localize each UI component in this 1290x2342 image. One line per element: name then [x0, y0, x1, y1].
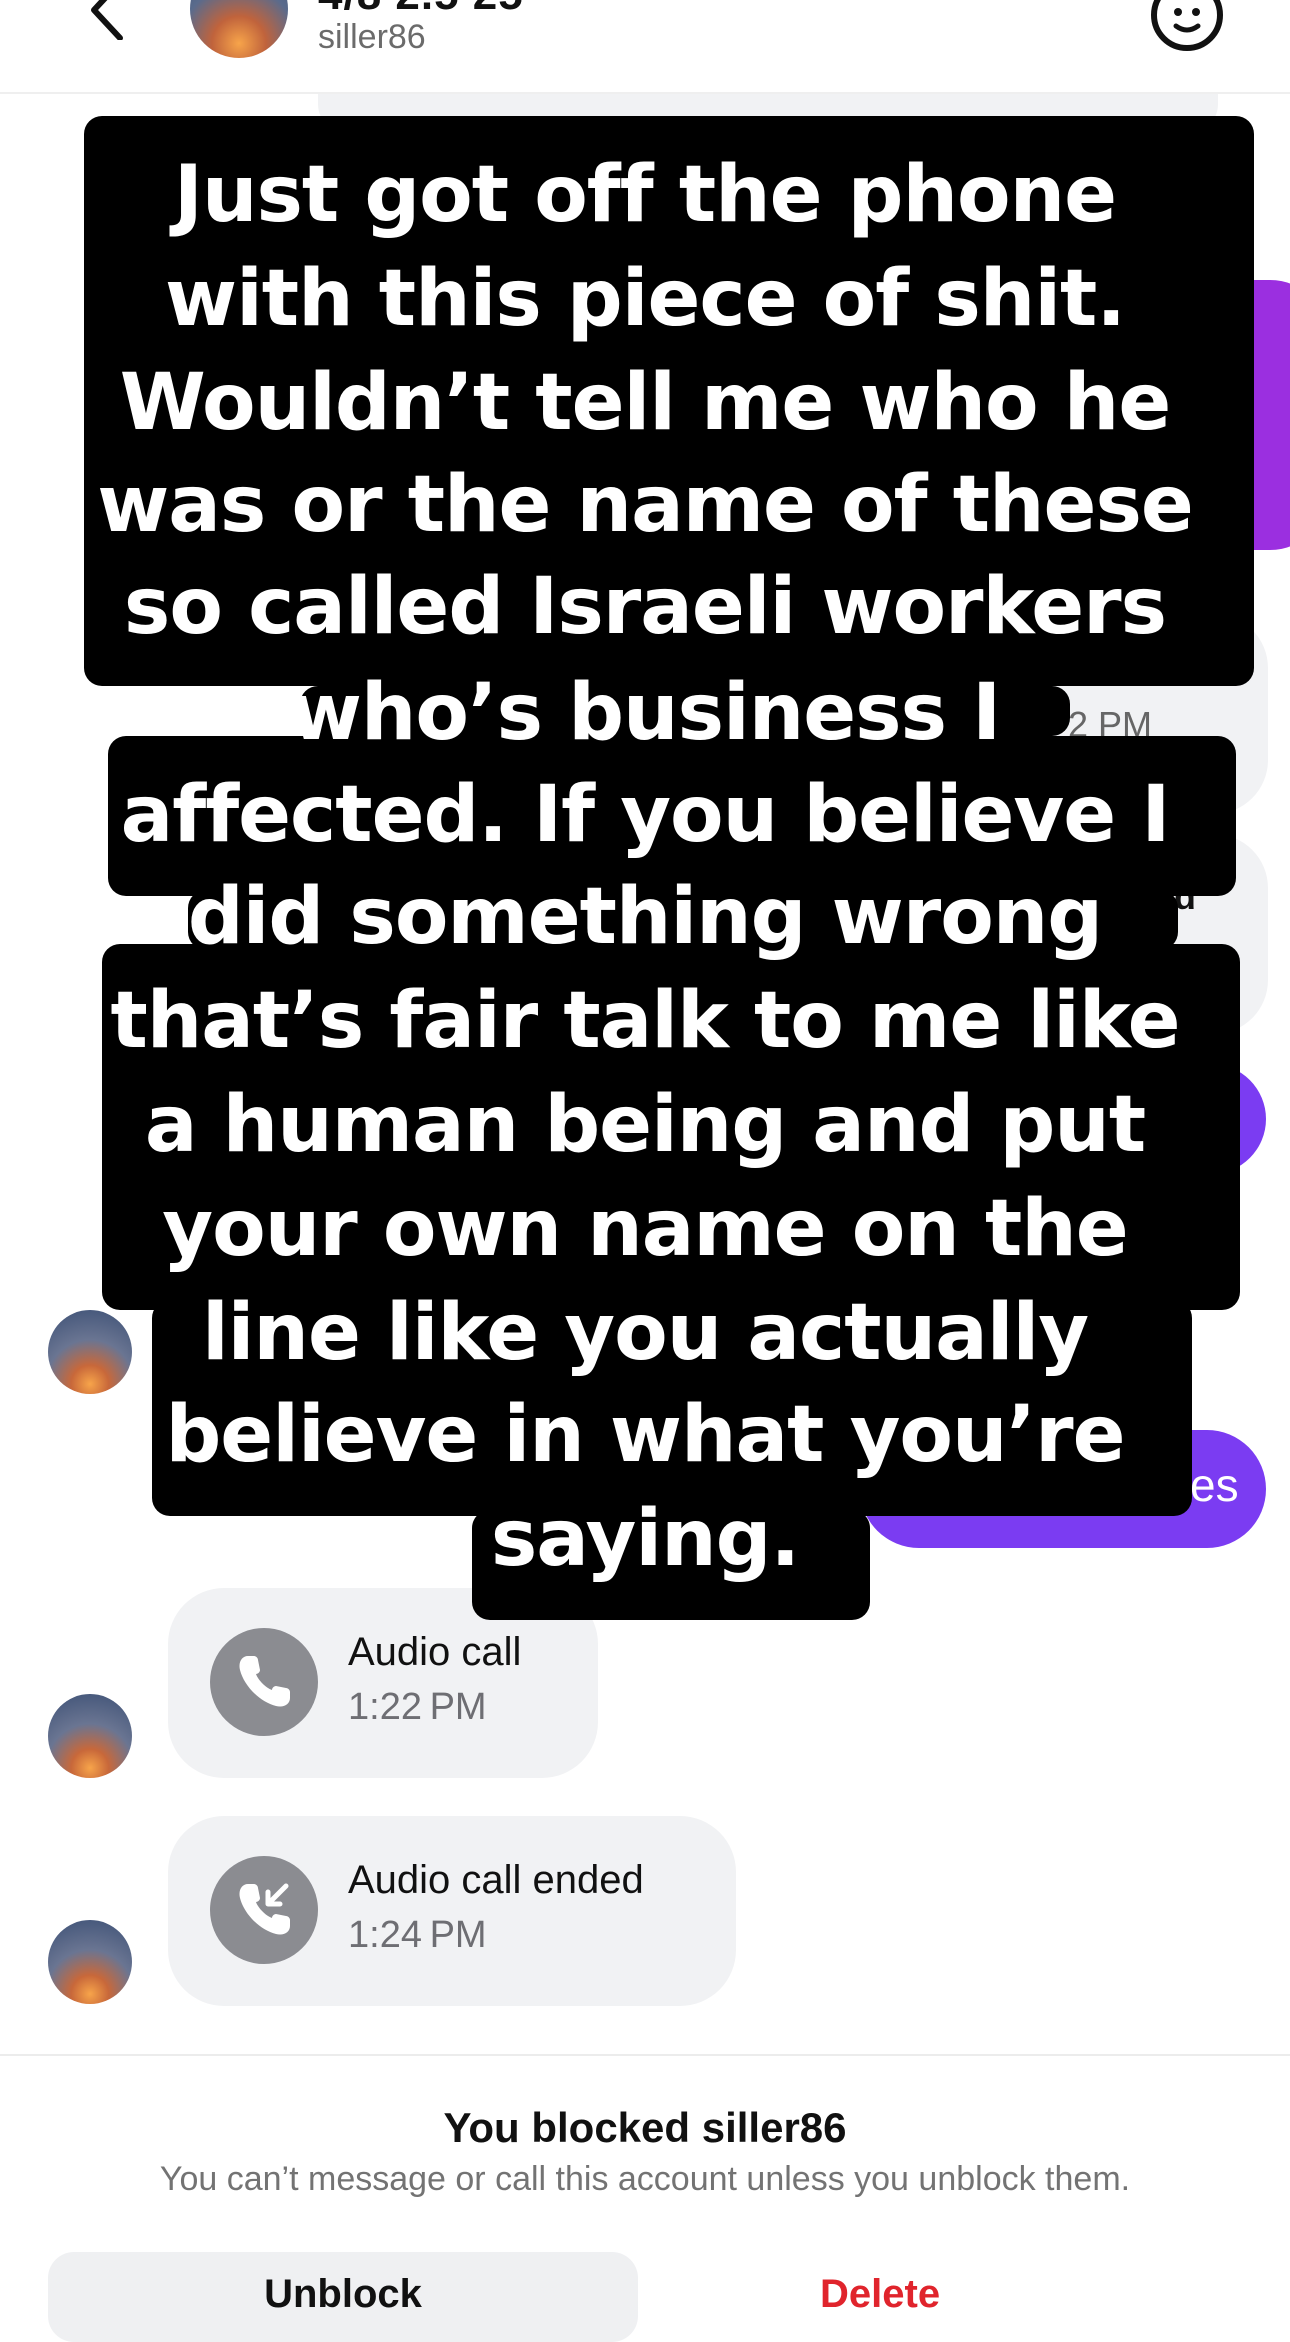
caption-line: affected. If you believe I	[120, 770, 1171, 860]
phone-icon	[210, 1628, 318, 1736]
caption-line: saying.	[490, 1494, 800, 1584]
call-title: Audio call	[348, 1630, 522, 1674]
blocked-title: You blocked siller86	[443, 2104, 847, 2151]
contact-avatar[interactable]	[190, 0, 288, 58]
contact-handle[interactable]: siller86	[318, 18, 426, 57]
caption-line: line like you actually	[201, 1288, 1089, 1378]
chat-header: 4/8 2.5 25 siller86	[0, 0, 1290, 94]
caption-line: was or the name of these	[97, 460, 1194, 550]
sticker-face-icon[interactable]	[1148, 0, 1226, 54]
phone-incoming-icon	[210, 1856, 318, 1964]
sender-avatar	[48, 1920, 132, 2004]
blocked-footer: You blocked siller86 You can’t message o…	[0, 2054, 1290, 2342]
call-time: 1:22 PM	[348, 1686, 487, 1728]
contact-name[interactable]: 4/8 2.5 25	[318, 0, 524, 20]
back-chevron-icon[interactable]	[80, 0, 140, 40]
call-time: 1:24 PM	[348, 1914, 487, 1956]
delete-button[interactable]: Delete	[820, 2272, 940, 2317]
caption-line: Wouldn’t tell me who he	[119, 358, 1171, 448]
audio-call-ended-card[interactable]: Audio call ended 1:24 PM	[168, 1816, 736, 2006]
sender-avatar	[48, 1694, 132, 1778]
caption-line: believe in what you’re	[165, 1390, 1125, 1480]
call-title: Audio call ended	[348, 1858, 644, 1902]
unblock-button[interactable]: Unblock	[48, 2252, 638, 2342]
blocked-subtitle: You can’t message or call this account u…	[159, 2160, 1131, 2198]
caption-line: that’s fair talk to me like	[110, 976, 1180, 1066]
caption-line: with this piece of shit.	[165, 254, 1126, 344]
caption-line: your own name on the	[162, 1184, 1128, 1274]
caption-line: a human being and put	[144, 1080, 1146, 1170]
caption-line: so called Israeli workers	[123, 562, 1167, 652]
caption-line: did something wrong	[187, 872, 1103, 962]
caption-line: Just got off the phone	[173, 150, 1117, 240]
unblock-button-label: Unblock	[264, 2272, 422, 2316]
caption-line: who’s business I	[289, 668, 1001, 758]
